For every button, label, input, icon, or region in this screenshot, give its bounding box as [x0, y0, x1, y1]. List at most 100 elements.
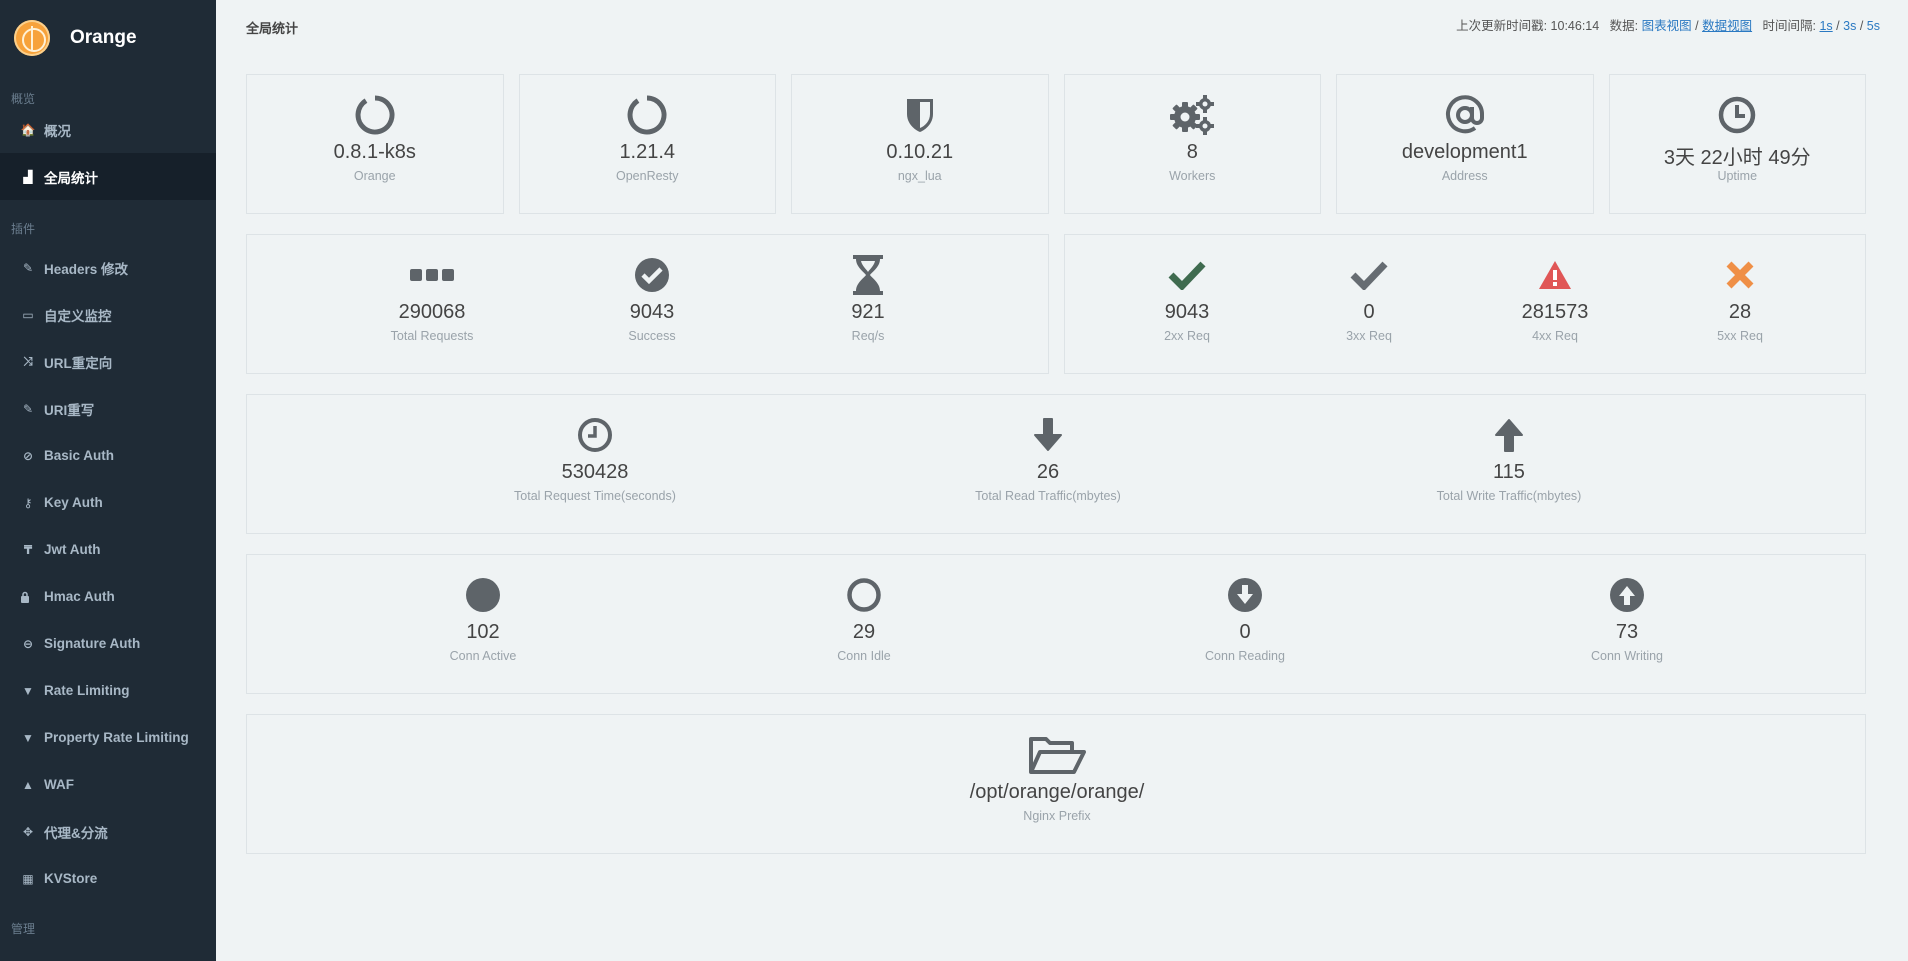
sidebar-item-jwt-auth[interactable]: ₸ Jwt Auth [0, 526, 216, 573]
circle-notch-icon [517, 93, 777, 137]
stat-label: Req/s [851, 329, 885, 343]
folder-open-icon [857, 733, 1257, 777]
prefix-row: /opt/orange/orange/ Nginx Prefix [246, 714, 1866, 854]
data-view-link[interactable]: 数据视图 [1702, 19, 1752, 33]
conn-stats-card: 102 Conn Active 29 Conn Idle 0 Conn Read… [246, 554, 1866, 694]
sidebar-item-global-stats[interactable]: ▟ 全局统计 [0, 153, 216, 200]
info-cards-row: 0.8.1-k8s Orange 1.21.4 OpenResty 0.10.2… [246, 74, 1866, 214]
stat: 102 Conn Active [353, 573, 613, 663]
sidebar-item-label: Rate Limiting [44, 683, 130, 698]
shield-icon [790, 93, 1050, 137]
stat-label: Workers [1169, 169, 1216, 183]
stat: 115 Total Write Traffic(mbytes) [1379, 413, 1639, 503]
top-info-bar: 上次更新时间戳: 10:46:14 数据: 图表视图 / 数据视图 时间间隔: … [1456, 15, 1880, 34]
filter-icon: ▼ [22, 730, 34, 745]
at-icon [1335, 93, 1595, 137]
sidebar-item-hmac-auth[interactable]: Hmac Auth [0, 573, 216, 620]
stat-value: 28 [1728, 301, 1752, 323]
sidebar-item-key-auth[interactable]: ⚷ Key Auth [0, 479, 216, 526]
warning-icon: ▲ [22, 777, 34, 792]
stat-label: Conn Idle [837, 649, 891, 663]
clock-icon [465, 413, 725, 457]
stat-value: 3天 22小时 49分 [1663, 147, 1811, 169]
stat-label: Conn Reading [1205, 649, 1285, 663]
arrow-circle-down-icon [1115, 573, 1375, 617]
stat: 29 Conn Idle [734, 573, 994, 663]
stat: 921 Req/s [738, 253, 998, 343]
stat-value: 73 [1615, 621, 1639, 643]
info-card-workers: 8 Workers [1062, 74, 1322, 214]
filter-icon: ▼ [22, 683, 34, 698]
sidebar-item-basic-auth[interactable]: ⊘ Basic Auth [0, 432, 216, 479]
stat-value: 921 [851, 301, 885, 323]
stat: 26 Total Read Traffic(mbytes) [918, 413, 1178, 503]
stat: 8 Workers [1062, 93, 1322, 183]
section-overview: 概览 [11, 92, 36, 106]
interval-label: 时间间隔: [1762, 19, 1816, 33]
sidebar-item-label: KVStore [44, 871, 98, 886]
traffic-row: 530428 Total Request Time(seconds) 26 To… [246, 394, 1866, 534]
grid-icon: ▦ [22, 871, 34, 886]
circle-icon [353, 573, 613, 617]
brand[interactable]: Orange [0, 0, 216, 76]
gears-icon [1062, 93, 1322, 137]
stat-value: 29 [852, 621, 876, 643]
sidebar-item-monitor[interactable]: ▭ 自定义监控 [0, 291, 216, 338]
stat-value: development1 [1401, 141, 1528, 163]
sidebar: Orange 概览 🏠 概况 ▟ 全局统计 插件 ✎ Headers 修改 ▭ … [0, 0, 216, 961]
edit-icon: ✎ [22, 401, 34, 416]
sidebar-item-rewrite[interactable]: ✎ URI重写 [0, 385, 216, 432]
info-card-address: development1 Address [1336, 74, 1594, 214]
orange-logo-icon [14, 20, 50, 56]
stat: 1.21.4 OpenResty [517, 93, 777, 183]
chart-view-link[interactable]: 图表视图 [1642, 19, 1692, 33]
section-management: 管理 [11, 922, 36, 936]
interval-1s-link[interactable]: 1s [1819, 19, 1832, 33]
stat: /opt/orange/orange/ Nginx Prefix [857, 733, 1257, 823]
stat-value: 102 [466, 621, 500, 643]
info-card-uptime: 3天 22小时 49分 Uptime [1607, 74, 1867, 214]
stat-value: 26 [1036, 461, 1060, 483]
sidebar-item-label: WAF [44, 777, 74, 792]
sidebar-item-waf[interactable]: ▲ WAF [0, 761, 216, 808]
connections-row: 102 Conn Active 29 Conn Idle 0 Conn Read… [246, 554, 1866, 694]
home-icon: 🏠 [20, 122, 36, 137]
stat: 0.8.1-k8s Orange [245, 93, 505, 183]
section-plugins: 插件 [11, 222, 36, 236]
sidebar-item-kvstore[interactable]: ▦ KVStore [0, 855, 216, 902]
separator: / [1836, 19, 1840, 33]
arrows-icon: ✥ [22, 824, 34, 839]
interval-3s-link[interactable]: 3s [1843, 19, 1856, 33]
stat: 28 5xx Req [1610, 253, 1870, 343]
bar-chart-icon: ▟ [23, 169, 33, 184]
requests-row: 290068 Total Requests 9043 Success 921 R… [246, 234, 1866, 374]
sidebar-item-property-rate-limiting[interactable]: ▼ Property Rate Limiting [0, 714, 216, 761]
sidebar-item-label: Key Auth [44, 495, 103, 510]
page-title: 全局统计 [246, 21, 299, 36]
stat: 3天 22小时 49分 Uptime [1607, 93, 1867, 183]
stat: development1 Address [1335, 93, 1595, 183]
separator: / [1695, 19, 1699, 33]
main-content: 全局统计 上次更新时间戳: 10:46:14 数据: 图表视图 / 数据视图 时… [216, 0, 1908, 961]
stat: 0.10.21 ngx_lua [790, 93, 1050, 183]
stat-value: 0 [1239, 621, 1251, 643]
sidebar-item-signature-auth[interactable]: ⊖ Signature Auth [0, 620, 216, 667]
sidebar-item-redirect[interactable]: ⤨ URL重定向 [0, 338, 216, 385]
sidebar-item-overview[interactable]: 🏠 概况 [0, 106, 216, 153]
info-card-openresty: 1.21.4 OpenResty [517, 74, 777, 214]
sidebar-item-label: 自定义监控 [44, 308, 112, 324]
sidebar-item-label: Hmac Auth [44, 589, 115, 604]
sidebar-item-proxy[interactable]: ✥ 代理&分流 [0, 808, 216, 855]
sidebar-item-label: Headers 修改 [44, 261, 129, 277]
data-label: 数据: [1609, 19, 1639, 33]
arrow-down-icon [918, 413, 1178, 457]
sidebar-item-headers[interactable]: ✎ Headers 修改 [0, 244, 216, 291]
stat-label: Conn Writing [1590, 649, 1664, 663]
separator: / [1859, 19, 1864, 33]
status-stats-card: 9043 2xx Req 0 3xx Req 281573 4xx Req 28… [1064, 234, 1866, 374]
arrow-circle-up-icon [1497, 573, 1757, 617]
sidebar-item-label: 全局统计 [44, 170, 98, 186]
arrow-up-icon [1379, 413, 1639, 457]
sidebar-item-rate-limiting[interactable]: ▼ Rate Limiting [0, 667, 216, 714]
interval-5s-link[interactable]: 5s [1867, 19, 1880, 33]
